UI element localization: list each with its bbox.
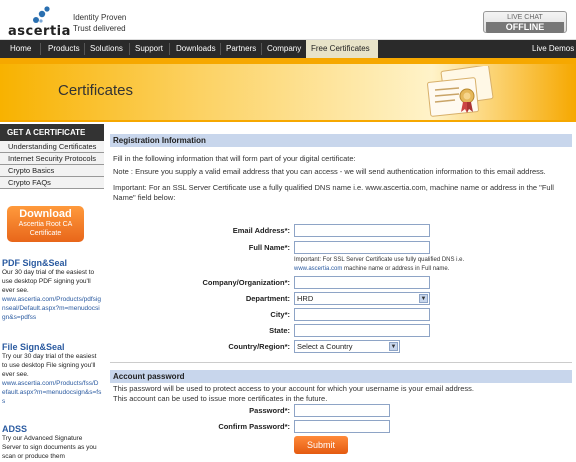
promo-title[interactable]: File Sign&Seal — [2, 342, 102, 352]
city-field[interactable] — [294, 308, 430, 321]
department-value: HRD — [297, 294, 314, 303]
department-row: Department: HRD ▼ — [110, 292, 572, 306]
nav-item-free-certificates[interactable]: Free Certificates — [311, 40, 370, 58]
full-name-note: Important: For SSL Server Certificate us… — [294, 256, 474, 274]
confirm-password-row: Confirm Password*: — [110, 420, 572, 434]
promo-pdf-sign-seal: PDF Sign&Seal Our 30 day trial of the ea… — [2, 258, 102, 322]
promo-title[interactable]: PDF Sign&Seal — [2, 258, 102, 268]
sidebar-item-internet-security-protocols[interactable]: Internet Security Protocols — [0, 153, 104, 165]
tagline-line-2: Trust delivered — [73, 24, 126, 33]
country-select[interactable]: Select a Country ▼ — [294, 340, 400, 353]
full-name-note-text: Important: For SSL Server Certificate us… — [294, 257, 465, 263]
live-chat-status: OFFLINE — [486, 22, 564, 33]
live-chat-button[interactable]: LIVE CHAT OFFLINE — [483, 11, 567, 33]
nav-divider — [84, 43, 85, 55]
email-label: Email Address*: — [232, 226, 290, 235]
live-chat-label: LIVE CHAT — [507, 14, 543, 21]
download-sublabel-1: Ascertia Root CA — [18, 221, 73, 228]
download-label: Download — [19, 208, 72, 220]
nav-item-products[interactable]: Products — [48, 40, 80, 58]
promo-body: Our 30 day trial of the easiest to use d… — [2, 269, 95, 294]
full-name-note-link[interactable]: www.ascertia.com — [294, 266, 342, 272]
chevron-down-icon: ▼ — [389, 342, 398, 351]
nav-divider — [261, 43, 262, 55]
department-label: Department: — [245, 294, 290, 303]
department-select[interactable]: HRD ▼ — [294, 292, 430, 305]
account-desc-2: This account can be used to issue more c… — [113, 394, 328, 403]
site-header: ascertia Identity Proven Trust delivered… — [0, 0, 576, 40]
state-field[interactable] — [294, 324, 430, 337]
page-banner: Certificates — [0, 58, 576, 122]
country-value: Select a Country — [297, 342, 353, 351]
registration-note: Note : Ensure you supply a valid email a… — [113, 167, 546, 176]
promo-link[interactable]: www.ascertia.com/Products/fss/Default.as… — [2, 379, 102, 406]
full-name-field[interactable] — [294, 241, 430, 254]
registration-heading: Registration Information — [110, 134, 572, 147]
nav-divider — [169, 43, 170, 55]
sidebar-item-crypto-basics[interactable]: Crypto Basics — [0, 165, 104, 177]
sidebar-item-understanding-certificates[interactable]: Understanding Certificates — [0, 141, 104, 153]
nav-item-live-demos[interactable]: Live Demos — [532, 40, 574, 58]
nav-divider — [220, 43, 221, 55]
nav-item-solutions[interactable]: Solutions — [90, 40, 123, 58]
nav-divider — [129, 43, 130, 55]
download-root-ca-button[interactable]: Download Ascertia Root CA Certificate — [7, 206, 84, 242]
ascertia-logo[interactable]: ascertia — [8, 6, 70, 39]
company-field[interactable] — [294, 276, 430, 289]
promo-link[interactable]: www.ascertia.com/Products/pdfsignseal/De… — [2, 295, 102, 322]
password-label: Password*: — [249, 406, 290, 415]
city-row: City*: — [110, 308, 572, 322]
nav-item-company[interactable]: Company — [267, 40, 301, 58]
registration-intro: Fill in the following information that w… — [113, 154, 356, 163]
full-name-label: Full Name*: — [248, 243, 290, 252]
registration-form: Registration Information Fill in the fol… — [110, 134, 572, 462]
main-nav: Home Products Solutions Support Download… — [0, 40, 576, 58]
company-label: Company/Organization*: — [202, 278, 290, 287]
logo-mark-icon — [33, 6, 50, 23]
company-row: Company/Organization*: — [110, 276, 572, 290]
registration-important: Important: For an SSL Server Certificate… — [113, 183, 554, 202]
nav-item-support[interactable]: Support — [135, 40, 163, 58]
sidebar: GET A CERTIFICATE Understanding Certific… — [0, 124, 104, 462]
promo-file-sign-seal: File Sign&Seal Try our 30 day trial of t… — [2, 342, 102, 406]
nav-item-downloads[interactable]: Downloads — [176, 40, 216, 58]
country-label: Country/Region*: — [228, 342, 290, 351]
nav-divider — [40, 43, 41, 55]
confirm-password-field[interactable] — [294, 420, 390, 433]
tagline-line-1: Identity Proven — [73, 13, 127, 22]
full-name-note-text-2: machine name or address in Full name. — [342, 266, 450, 272]
password-row: Password*: — [110, 404, 572, 418]
page-title: Certificates — [58, 82, 134, 99]
password-field[interactable] — [294, 404, 390, 417]
logo-text: ascertia — [8, 24, 71, 39]
country-row: Country/Region*: Select a Country ▼ — [110, 340, 572, 354]
state-row: State: — [110, 324, 572, 338]
promo-body: Try our Advanced Signature Server to sig… — [2, 435, 97, 460]
nav-item-home[interactable]: Home — [10, 40, 31, 58]
promo-title[interactable]: ADSS — [2, 424, 102, 434]
city-label: City*: — [270, 310, 290, 319]
submit-button[interactable]: Submit — [294, 436, 348, 454]
sidebar-heading: GET A CERTIFICATE — [0, 124, 104, 141]
sidebar-item-crypto-faqs[interactable]: Crypto FAQs — [0, 177, 104, 189]
nav-item-partners[interactable]: Partners — [226, 40, 256, 58]
email-field[interactable] — [294, 224, 430, 237]
tagline: Identity Proven Trust delivered — [73, 12, 126, 34]
promo-adss: ADSS Try our Advanced Signature Server t… — [2, 424, 102, 461]
section-divider — [110, 362, 572, 363]
certificate-illustration-icon — [427, 66, 494, 117]
account-desc-1: This password will be used to protect ac… — [113, 384, 474, 393]
email-row: Email Address*: — [110, 224, 572, 238]
state-label: State: — [269, 326, 290, 335]
chevron-down-icon: ▼ — [419, 294, 428, 303]
full-name-row: Full Name*: — [110, 241, 572, 255]
confirm-password-label: Confirm Password*: — [218, 422, 290, 431]
download-sublabel-2: Certificate — [29, 230, 62, 237]
promo-body: Try our 30 day trial of the easiest to u… — [2, 353, 97, 378]
account-heading: Account password — [110, 370, 572, 383]
